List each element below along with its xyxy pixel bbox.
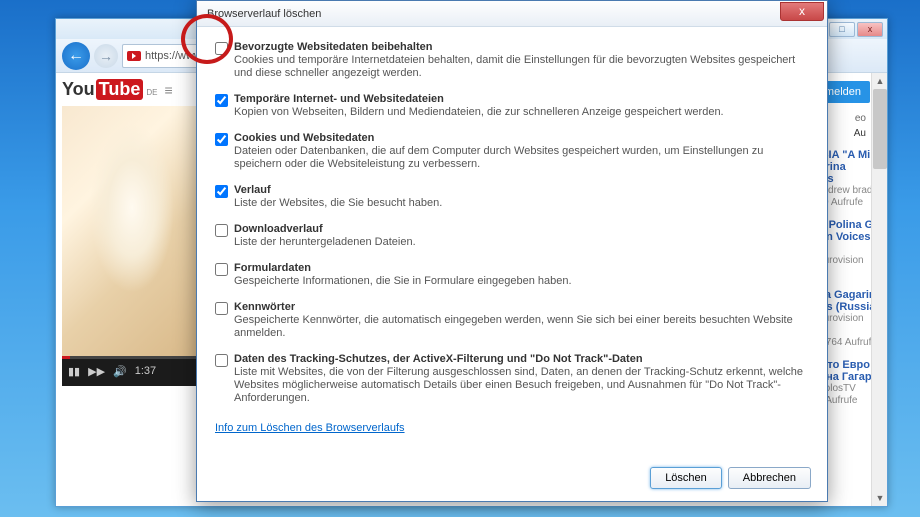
option-desc: Kopien von Webseiten, Bildern und Medien… [234,106,724,119]
video-frame [62,106,202,356]
back-button[interactable]: ← [62,42,90,70]
option-label: Downloadverlauf [234,223,416,235]
option-3: VerlaufListe der Websites, die Sie besuc… [215,184,809,210]
option-label: Kennwörter [234,301,809,313]
scroll-down-icon[interactable]: ▼ [872,490,888,506]
logo-country: DE [146,88,157,97]
option-7: Daten des Tracking-Schutzes, der ActiveX… [215,353,809,405]
scroll-up-icon[interactable]: ▲ [872,73,888,89]
option-6: KennwörterGespeicherte Kennwörter, die a… [215,301,809,340]
delete-history-dialog: Browserverlauf löschen x Bevorzugte Webs… [196,0,828,502]
option-label: Cookies und Websitedaten [234,132,809,144]
scroll-thumb[interactable] [873,89,887,169]
menu-icon[interactable]: ≡ [164,82,172,98]
option-checkbox-7[interactable] [215,354,228,367]
option-4: DownloadverlaufListe der heruntergeladen… [215,223,809,249]
option-2: Cookies und WebsitedatenDateien oder Dat… [215,132,809,171]
video-time: 1:37 [135,365,156,377]
option-1: Temporäre Internet- und WebsitedateienKo… [215,93,809,119]
option-0: Bevorzugte Websitedaten beibehaltenCooki… [215,41,809,80]
option-label: Temporäre Internet- und Websitedateien [234,93,724,105]
progress-bar[interactable] [62,356,202,359]
dialog-titlebar: Browserverlauf löschen x [197,1,827,27]
option-label: Formulardaten [234,262,572,274]
logo-tube: Tube [96,79,144,100]
option-desc: Dateien oder Datenbanken, die auf dem Co… [234,145,809,171]
dialog-button-row: Löschen Abbrechen [650,467,811,489]
close-window-button[interactable]: x [857,22,883,37]
option-label: Daten des Tracking-Schutzes, der ActiveX… [234,353,809,365]
option-label: Verlauf [234,184,442,196]
youtube-left-column: You Tube DE ≡ ▮▮ ▶▶ 🔊 1:37 [56,73,204,506]
option-checkbox-4[interactable] [215,224,228,237]
youtube-favicon-icon [127,51,141,61]
video-player[interactable]: ▮▮ ▶▶ 🔊 1:37 [62,106,202,386]
delete-button[interactable]: Löschen [650,467,722,489]
option-checkbox-6[interactable] [215,302,228,315]
option-checkbox-5[interactable] [215,263,228,276]
dialog-title: Browserverlauf löschen [207,8,321,20]
youtube-logo[interactable]: You Tube DE ≡ [62,79,204,100]
option-desc: Liste der Websites, die Sie besucht habe… [234,197,442,210]
option-desc: Gespeicherte Kennwörter, die automatisch… [234,314,809,340]
video-controls: ▮▮ ▶▶ 🔊 1:37 [62,356,202,386]
option-checkbox-3[interactable] [215,185,228,198]
option-5: FormulardatenGespeicherte Informationen,… [215,262,809,288]
option-desc: Cookies und temporäre Internetdateien be… [234,54,809,80]
maximize-button[interactable]: □ [829,22,855,37]
option-desc: Gespeicherte Informationen, die Sie in F… [234,275,572,288]
dialog-close-button[interactable]: x [780,2,824,21]
page-scrollbar[interactable]: ▲ ▼ [871,73,887,506]
cancel-button[interactable]: Abbrechen [728,467,811,489]
next-icon[interactable]: ▶▶ [88,365,105,378]
option-checkbox-2[interactable] [215,133,228,146]
help-link[interactable]: Info zum Löschen des Browserverlaufs [215,422,405,434]
url-text: https://www [145,50,202,62]
option-label: Bevorzugte Websitedaten beibehalten [234,41,809,53]
logo-you: You [62,79,95,100]
option-desc: Liste der heruntergeladenen Dateien. [234,236,416,249]
dialog-body: Bevorzugte Websitedaten beibehaltenCooki… [197,27,827,434]
option-checkbox-1[interactable] [215,94,228,107]
option-checkbox-0[interactable] [215,42,228,55]
pause-icon[interactable]: ▮▮ [68,365,80,378]
forward-button[interactable]: → [94,44,118,68]
volume-icon[interactable]: 🔊 [113,365,127,378]
option-desc: Liste mit Websites, die von der Filterun… [234,366,809,405]
